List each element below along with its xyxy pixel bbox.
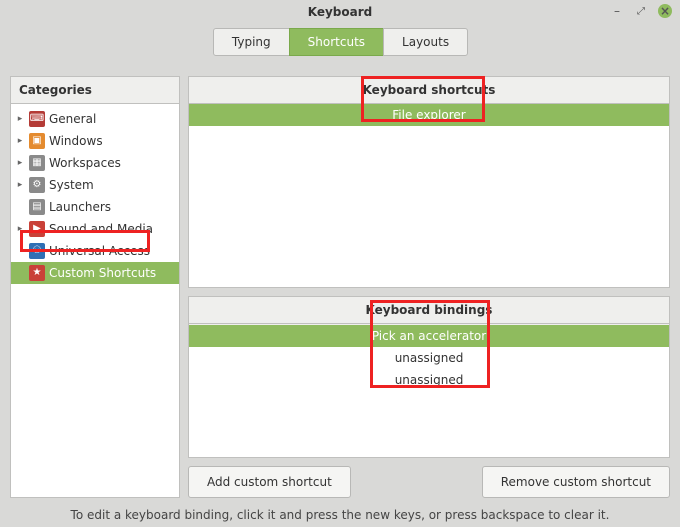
tab-shortcuts[interactable]: Shortcuts bbox=[289, 28, 384, 56]
list-item[interactable]: File explorer bbox=[189, 104, 669, 126]
list-item[interactable]: Pick an accelerator bbox=[189, 324, 669, 347]
keyboard-shortcuts-list[interactable]: File explorer bbox=[189, 104, 669, 287]
custom-icon: ★ bbox=[29, 265, 45, 281]
sound-icon: ▶ bbox=[29, 221, 45, 237]
tab-bar: Typing Shortcuts Layouts bbox=[0, 24, 680, 56]
right-column: Keyboard shortcuts File explorer Keyboar… bbox=[188, 76, 670, 498]
workspaces-icon: ▦ bbox=[29, 155, 45, 171]
keyboard-shortcuts-header: Keyboard shortcuts bbox=[189, 77, 669, 104]
system-icon: ⚙ bbox=[29, 177, 45, 193]
titlebar: Keyboard – ⤢ × bbox=[0, 0, 680, 24]
launchers-icon: ▤ bbox=[29, 199, 45, 215]
list-item[interactable]: unassigned bbox=[189, 347, 669, 369]
keyboard-bindings-header: Keyboard bindings bbox=[189, 297, 669, 324]
list-item[interactable]: unassigned bbox=[189, 369, 669, 391]
tab-typing[interactable]: Typing bbox=[213, 28, 290, 56]
add-custom-shortcut-button[interactable]: Add custom shortcut bbox=[188, 466, 351, 498]
sidebar-item-label: Sound and Media bbox=[49, 220, 153, 238]
keyboard-bindings-panel: Keyboard bindings Pick an accelerator un… bbox=[188, 296, 670, 458]
sidebar-item-label: General bbox=[49, 110, 96, 128]
categories-panel: Categories ▸ ⌨ General ▸ ▣ Windows ▸ ▦ W… bbox=[10, 76, 180, 498]
general-icon: ⌨ bbox=[29, 111, 45, 127]
chevron-right-icon[interactable]: ▸ bbox=[15, 176, 25, 194]
sidebar-item-label: System bbox=[49, 176, 94, 194]
keyboard-bindings-list[interactable]: Pick an accelerator unassigned unassigne… bbox=[189, 324, 669, 457]
sidebar-item-label: Workspaces bbox=[49, 154, 121, 172]
button-row: Add custom shortcut Remove custom shortc… bbox=[188, 466, 670, 498]
sidebar-item-custom[interactable]: ★ Custom Shortcuts bbox=[11, 262, 179, 284]
sidebar-item-system[interactable]: ▸ ⚙ System bbox=[11, 174, 179, 196]
sidebar-item-label: Universal Access bbox=[49, 242, 150, 260]
chevron-right-icon[interactable]: ▸ bbox=[15, 132, 25, 150]
keyboard-shortcuts-panel: Keyboard shortcuts File explorer bbox=[188, 76, 670, 288]
sidebar-item-launchers[interactable]: ▤ Launchers bbox=[11, 196, 179, 218]
sidebar-item-general[interactable]: ▸ ⌨ General bbox=[11, 108, 179, 130]
chevron-right-icon[interactable]: ▸ bbox=[15, 154, 25, 172]
window-title: Keyboard bbox=[308, 5, 373, 19]
chevron-right-icon[interactable]: ▸ bbox=[15, 220, 25, 238]
categories-tree: ▸ ⌨ General ▸ ▣ Windows ▸ ▦ Workspaces ▸… bbox=[11, 104, 179, 497]
sidebar-item-sound[interactable]: ▸ ▶ Sound and Media bbox=[11, 218, 179, 240]
chevron-right-icon[interactable]: ▸ bbox=[15, 110, 25, 128]
maximize-icon[interactable]: ⤢ bbox=[634, 4, 648, 18]
close-icon[interactable]: × bbox=[658, 4, 672, 18]
sidebar-item-universal[interactable]: ⚇ Universal Access bbox=[11, 240, 179, 262]
window-controls: – ⤢ × bbox=[610, 4, 672, 18]
sidebar-item-label: Windows bbox=[49, 132, 103, 150]
main-body: Categories ▸ ⌨ General ▸ ▣ Windows ▸ ▦ W… bbox=[0, 56, 680, 498]
windows-icon: ▣ bbox=[29, 133, 45, 149]
sidebar-item-workspaces[interactable]: ▸ ▦ Workspaces bbox=[11, 152, 179, 174]
footer-hint: To edit a keyboard binding, click it and… bbox=[0, 498, 680, 522]
sidebar-item-label: Launchers bbox=[49, 198, 111, 216]
remove-custom-shortcut-button[interactable]: Remove custom shortcut bbox=[482, 466, 670, 498]
categories-header: Categories bbox=[11, 77, 179, 104]
universal-icon: ⚇ bbox=[29, 243, 45, 259]
tab-layouts[interactable]: Layouts bbox=[383, 28, 468, 56]
minimize-icon[interactable]: – bbox=[610, 4, 624, 18]
sidebar-item-windows[interactable]: ▸ ▣ Windows bbox=[11, 130, 179, 152]
sidebar-item-label: Custom Shortcuts bbox=[49, 264, 156, 282]
